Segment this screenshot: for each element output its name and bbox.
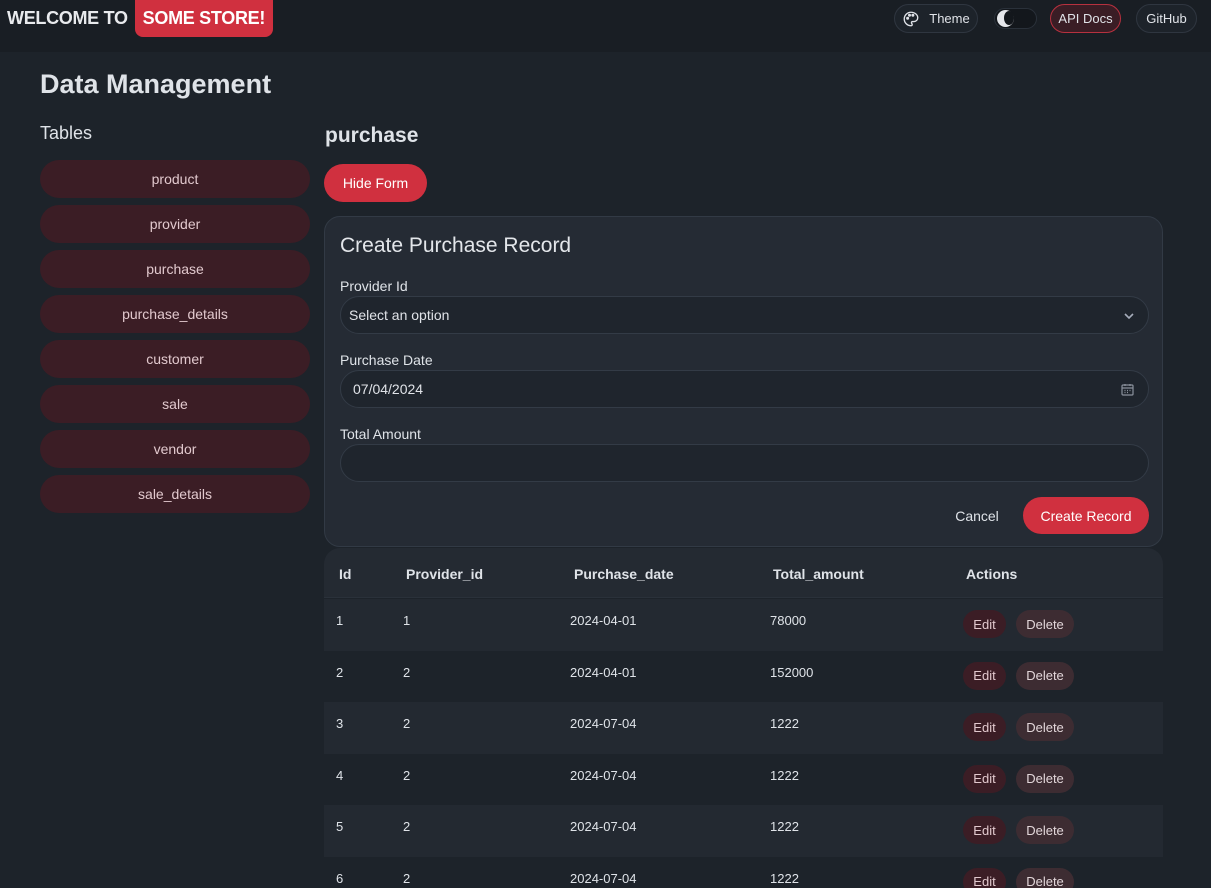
github-button[interactable]: GitHub	[1136, 4, 1197, 33]
cancel-button[interactable]: Cancel	[941, 498, 1013, 534]
table-list: product provider purchase purchase_detai…	[40, 160, 310, 520]
cell-id: 2	[336, 665, 343, 680]
cell-total-amount: 1222	[770, 768, 799, 783]
brand-highlight: SOME STORE!	[135, 0, 273, 37]
cell-provider-id: 1	[403, 613, 410, 628]
form-title: Create Purchase Record	[340, 234, 571, 258]
cell-provider-id: 2	[403, 716, 410, 731]
table-row: 1 1 2024-04-01 78000 Edit Delete	[324, 599, 1163, 651]
cell-purchase-date: 2024-04-01	[570, 665, 637, 680]
cell-id: 4	[336, 768, 343, 783]
provider-id-select[interactable]: Select an option	[340, 296, 1149, 334]
api-docs-button[interactable]: API Docs	[1050, 4, 1121, 33]
table-item-product[interactable]: product	[40, 160, 310, 198]
cell-provider-id: 2	[403, 665, 410, 680]
cell-provider-id: 2	[403, 819, 410, 834]
create-record-button[interactable]: Create Record	[1023, 497, 1149, 534]
cell-total-amount: 78000	[770, 613, 806, 628]
table-item-purchase-details[interactable]: purchase_details	[40, 295, 310, 333]
delete-button[interactable]: Delete	[1016, 816, 1074, 844]
table-item-sale[interactable]: sale	[40, 385, 310, 423]
table-item-provider[interactable]: provider	[40, 205, 310, 243]
table-item-purchase[interactable]: purchase	[40, 250, 310, 288]
header-total-amount: Total_amount	[773, 566, 864, 582]
tables-heading: Tables	[40, 123, 92, 144]
palette-icon	[902, 10, 920, 28]
theme-label: Theme	[929, 11, 969, 26]
cell-total-amount: 152000	[770, 665, 813, 680]
header-id: Id	[339, 566, 351, 582]
cell-purchase-date: 2024-07-04	[570, 716, 637, 731]
delete-button[interactable]: Delete	[1016, 662, 1074, 690]
cell-purchase-date: 2024-07-04	[570, 871, 637, 886]
hide-form-button[interactable]: Hide Form	[324, 164, 427, 202]
table-item-sale-details[interactable]: sale_details	[40, 475, 310, 513]
table-header: Id Provider_id Purchase_date Total_amoun…	[324, 548, 1163, 598]
header-provider-id: Provider_id	[406, 566, 483, 582]
cell-id: 1	[336, 613, 343, 628]
navbar: WELCOME TO SOME STORE! Theme API Docs Gi…	[0, 0, 1211, 52]
provider-id-label: Provider Id	[340, 278, 408, 294]
header-purchase-date: Purchase_date	[574, 566, 674, 582]
page-title: Data Management	[40, 69, 271, 100]
table-item-vendor[interactable]: vendor	[40, 430, 310, 468]
provider-id-value: Select an option	[349, 307, 449, 323]
purchase-date-label: Purchase Date	[340, 352, 433, 368]
purchase-date-input[interactable]: 07/04/2024	[340, 370, 1149, 408]
delete-button[interactable]: Delete	[1016, 610, 1074, 638]
edit-button[interactable]: Edit	[963, 713, 1006, 741]
edit-button[interactable]: Edit	[963, 765, 1006, 793]
table-row: 4 2 2024-07-04 1222 Edit Delete	[324, 754, 1163, 806]
cell-total-amount: 1222	[770, 716, 799, 731]
moon-icon	[997, 10, 1014, 27]
cell-id: 6	[336, 871, 343, 886]
chevron-down-icon	[1122, 309, 1136, 323]
delete-button[interactable]: Delete	[1016, 765, 1074, 793]
table-row: 5 2 2024-07-04 1222 Edit Delete	[324, 805, 1163, 857]
calendar-icon[interactable]	[1121, 383, 1134, 396]
cell-total-amount: 1222	[770, 871, 799, 886]
cell-purchase-date: 2024-07-04	[570, 819, 637, 834]
brand[interactable]: WELCOME TO SOME STORE!	[7, 0, 273, 37]
purchase-date-value: 07/04/2024	[353, 381, 423, 397]
edit-button[interactable]: Edit	[963, 662, 1006, 690]
create-record-form: Create Purchase Record Provider Id Selec…	[324, 216, 1163, 547]
total-amount-label: Total Amount	[340, 426, 421, 442]
table-item-customer[interactable]: customer	[40, 340, 310, 378]
cell-id: 3	[336, 716, 343, 731]
section-title: purchase	[325, 124, 418, 148]
records-table: Id Provider_id Purchase_date Total_amoun…	[324, 548, 1163, 888]
table-row: 6 2 2024-07-04 1222 Edit Delete	[324, 857, 1163, 888]
edit-button[interactable]: Edit	[963, 816, 1006, 844]
table-row: 2 2 2024-04-01 152000 Edit Delete	[324, 651, 1163, 703]
table-row: 3 2 2024-07-04 1222 Edit Delete	[324, 702, 1163, 754]
cell-purchase-date: 2024-07-04	[570, 768, 637, 783]
cell-purchase-date: 2024-04-01	[570, 613, 637, 628]
theme-button[interactable]: Theme	[894, 4, 978, 33]
cell-id: 5	[336, 819, 343, 834]
brand-prefix: WELCOME TO	[7, 8, 128, 29]
cell-total-amount: 1222	[770, 819, 799, 834]
cell-provider-id: 2	[403, 768, 410, 783]
delete-button[interactable]: Delete	[1016, 868, 1074, 888]
header-actions: Actions	[966, 566, 1017, 582]
cell-provider-id: 2	[403, 871, 410, 886]
dark-mode-toggle[interactable]	[994, 8, 1037, 29]
edit-button[interactable]: Edit	[963, 610, 1006, 638]
delete-button[interactable]: Delete	[1016, 713, 1074, 741]
edit-button[interactable]: Edit	[963, 868, 1006, 888]
total-amount-input[interactable]	[340, 444, 1149, 482]
